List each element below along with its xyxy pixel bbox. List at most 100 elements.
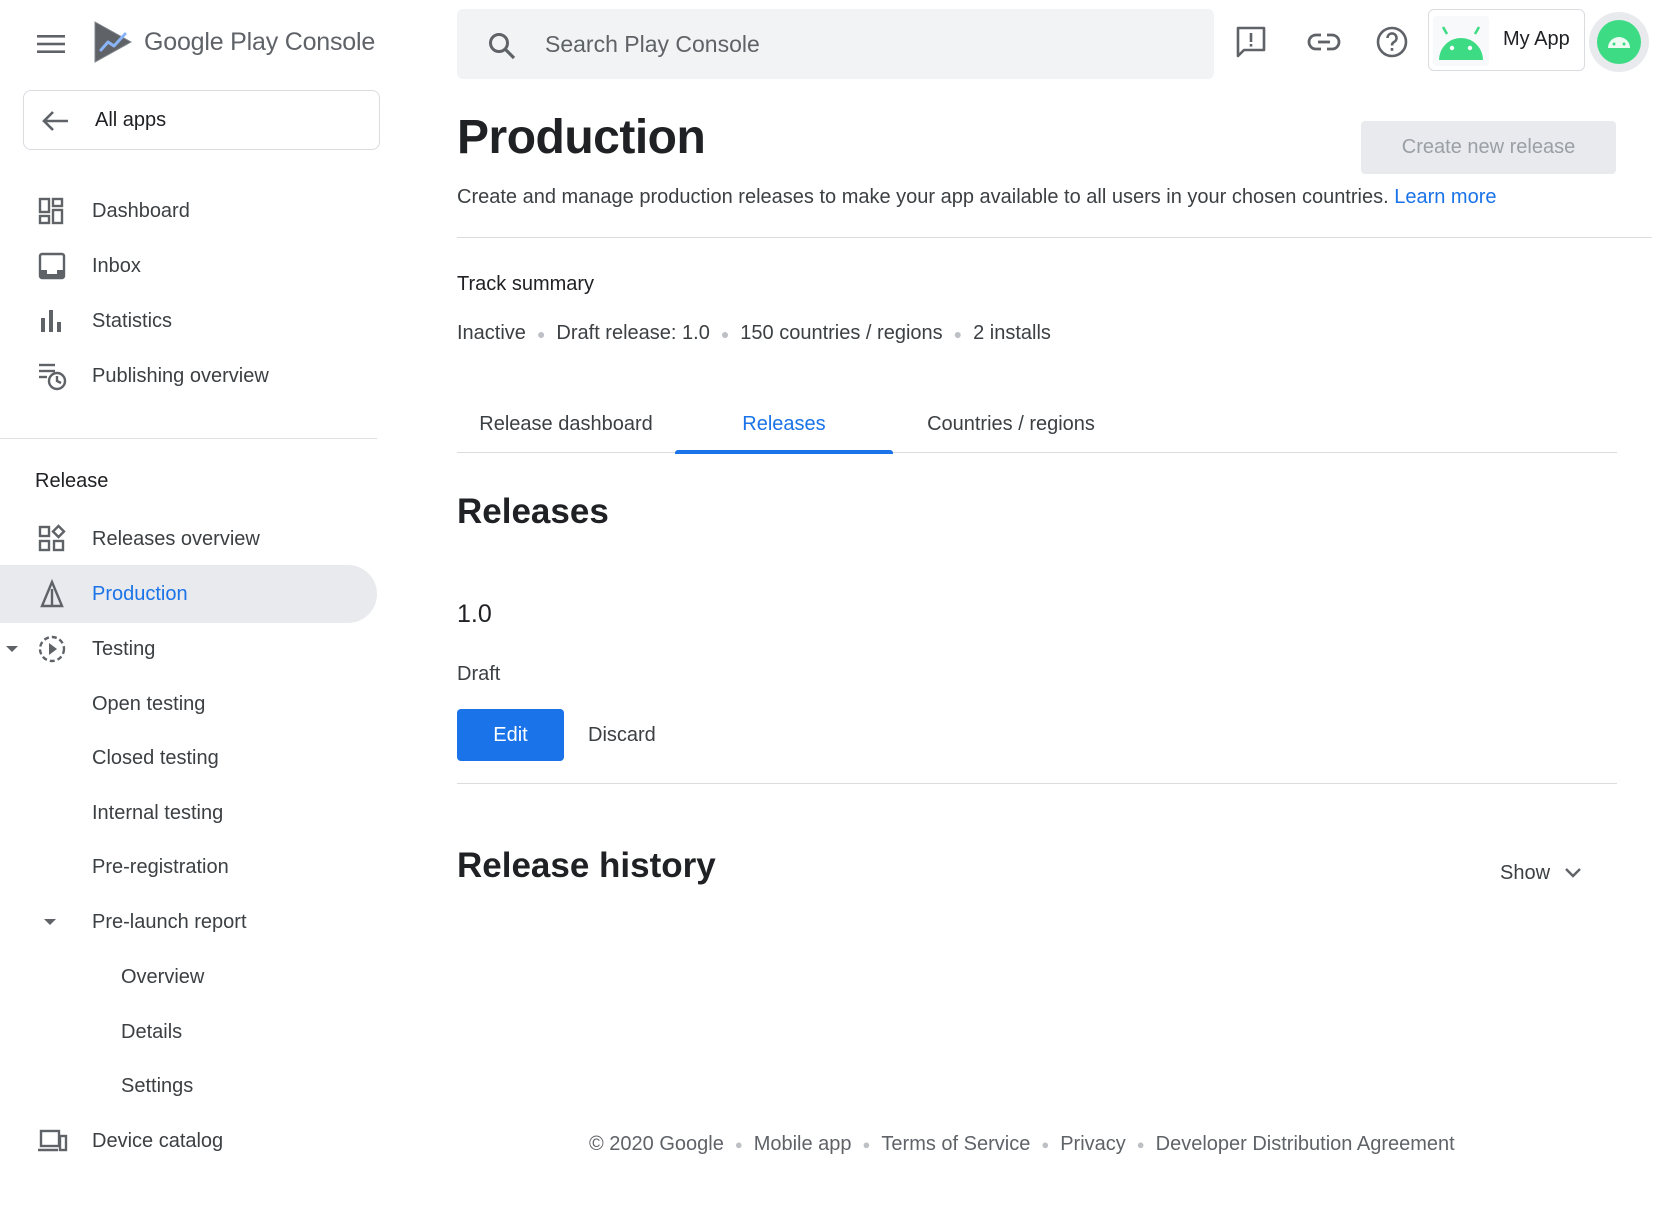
release-version: 1.0 [457,600,492,628]
search-bar[interactable]: Search Play Console [457,9,1214,79]
sidebar-item-label: Inbox [92,254,141,277]
search-input[interactable]: Search Play Console [545,31,760,58]
sidebar-item-label: Device catalog [92,1129,224,1152]
caret-down-icon[interactable] [4,644,20,654]
device-catalog-icon [36,1126,68,1156]
releases-heading: Releases [457,492,609,531]
divider [457,783,1617,784]
sidebar-section-release: Release [35,470,109,492]
statistics-icon [36,306,68,336]
publishing-overview-icon [36,361,68,391]
footer-link-mobile-app[interactable]: Mobile app [754,1133,852,1156]
sidebar-item-label: Pre-launch report [92,910,247,933]
sidebar-item-label: Overview [121,965,205,988]
tab-release-dashboard[interactable]: Release dashboard [457,395,675,453]
footer-link-terms[interactable]: Terms of Service [881,1133,1030,1156]
sidebar-item-statistics[interactable]: Statistics [0,292,377,350]
create-new-release-button[interactable]: Create new release [1361,121,1616,174]
testing-icon [36,634,68,664]
sidebar-item-prelaunch-overview[interactable]: Overview [0,948,377,1006]
separator-dot: ● [720,325,730,342]
track-summary-title: Track summary [457,273,595,295]
sidebar-item-label: Internal testing [92,801,224,824]
learn-more-link[interactable]: Learn more [1394,186,1496,208]
sidebar-item-pre-launch-report[interactable]: Pre-launch report [0,893,377,951]
page-description: Create and manage production releases to… [457,186,1497,209]
android-robot-icon [1433,16,1489,66]
track-installs: 2 installs [973,322,1051,344]
show-history-button[interactable]: Show [1500,855,1582,891]
sidebar-item-prelaunch-settings[interactable]: Settings [0,1057,377,1115]
sidebar-item-label: Testing [92,637,156,660]
dashboard-icon [36,196,68,226]
sidebar-item-label: Pre-registration [92,855,229,878]
app-name: My App [1503,28,1570,50]
search-icon [487,31,517,61]
sidebar-item-label: Publishing overview [92,364,269,387]
track-summary: Inactive ● Draft release: 1.0 ● 150 coun… [457,322,1051,345]
sidebar-item-label: Releases overview [92,527,260,550]
play-console-logo-icon [92,20,134,64]
footer-link-privacy[interactable]: Privacy [1060,1133,1126,1156]
inbox-icon [36,251,68,281]
releases-overview-icon [36,524,68,554]
all-apps-button[interactable]: All apps [23,90,380,150]
separator-dot: ● [862,1137,871,1152]
discard-button[interactable]: Discard [576,709,668,761]
description-text: Create and manage production releases to… [457,186,1389,208]
sidebar-item-testing[interactable]: Testing [0,620,377,678]
arrow-back-icon [40,107,70,135]
footer-link-dda[interactable]: Developer Distribution Agreement [1156,1133,1455,1156]
tab-label: Release dashboard [479,412,653,435]
tab-bar: Release dashboard Releases Countries / r… [457,395,1617,454]
avatar[interactable] [1589,12,1649,72]
production-icon [36,579,68,609]
sidebar-item-closed-testing[interactable]: Closed testing [0,729,377,787]
play-console-logo[interactable]: Google Play Console [92,20,375,64]
sidebar-item-label: Production [92,582,188,605]
feedback-icon[interactable] [1233,24,1269,60]
sidebar-item-label: Settings [121,1074,194,1097]
sidebar-item-releases-overview[interactable]: Releases overview [0,510,377,568]
tab-releases[interactable]: Releases [675,395,893,454]
track-countries: 150 countries / regions [740,322,943,344]
divider [457,237,1652,238]
page-title: Production [457,111,706,164]
help-icon[interactable] [1374,24,1410,60]
chevron-down-icon [1565,868,1581,878]
tab-countries-regions[interactable]: Countries / regions [893,395,1129,453]
menu-icon[interactable] [36,30,66,58]
sidebar: Google Play Console All apps Dashboard I… [0,0,380,1218]
tab-label: Countries / regions [927,412,1095,435]
separator-dot: ● [1136,1137,1145,1152]
release-status: Draft [457,663,501,685]
sidebar-item-pre-registration[interactable]: Pre-registration [0,838,377,896]
sidebar-item-inbox[interactable]: Inbox [0,237,377,295]
sidebar-item-production[interactable]: Production [0,565,377,623]
sidebar-item-device-catalog[interactable]: Device catalog [0,1112,377,1170]
track-draft-release: Draft release: 1.0 [556,322,710,344]
sidebar-item-label: Statistics [92,309,173,332]
all-apps-label: All apps [95,108,167,131]
sidebar-item-internal-testing[interactable]: Internal testing [0,784,377,842]
separator-dot: ● [1041,1137,1050,1152]
link-icon[interactable] [1306,24,1342,60]
show-label: Show [1500,861,1551,884]
logo-text: Google Play Console [144,27,376,56]
caret-down-icon[interactable] [42,917,58,927]
sidebar-divider [0,438,377,439]
release-history-heading: Release history [457,846,716,885]
footer-copyright: © 2020 Google [589,1133,724,1155]
edit-button[interactable]: Edit [457,709,564,761]
sidebar-item-dashboard[interactable]: Dashboard [0,182,377,240]
android-avatar-icon [1597,20,1641,64]
sidebar-item-open-testing[interactable]: Open testing [0,675,377,733]
sidebar-item-label: Dashboard [92,199,190,222]
sidebar-item-label: Closed testing [92,746,219,769]
app-switcher[interactable]: My App [1428,9,1585,71]
separator-dot: ● [536,325,546,342]
sidebar-item-prelaunch-details[interactable]: Details [0,1003,377,1061]
sidebar-item-publishing-overview[interactable]: Publishing overview [0,347,377,405]
sidebar-item-label: Details [121,1020,183,1043]
active-tab-indicator [675,450,893,454]
